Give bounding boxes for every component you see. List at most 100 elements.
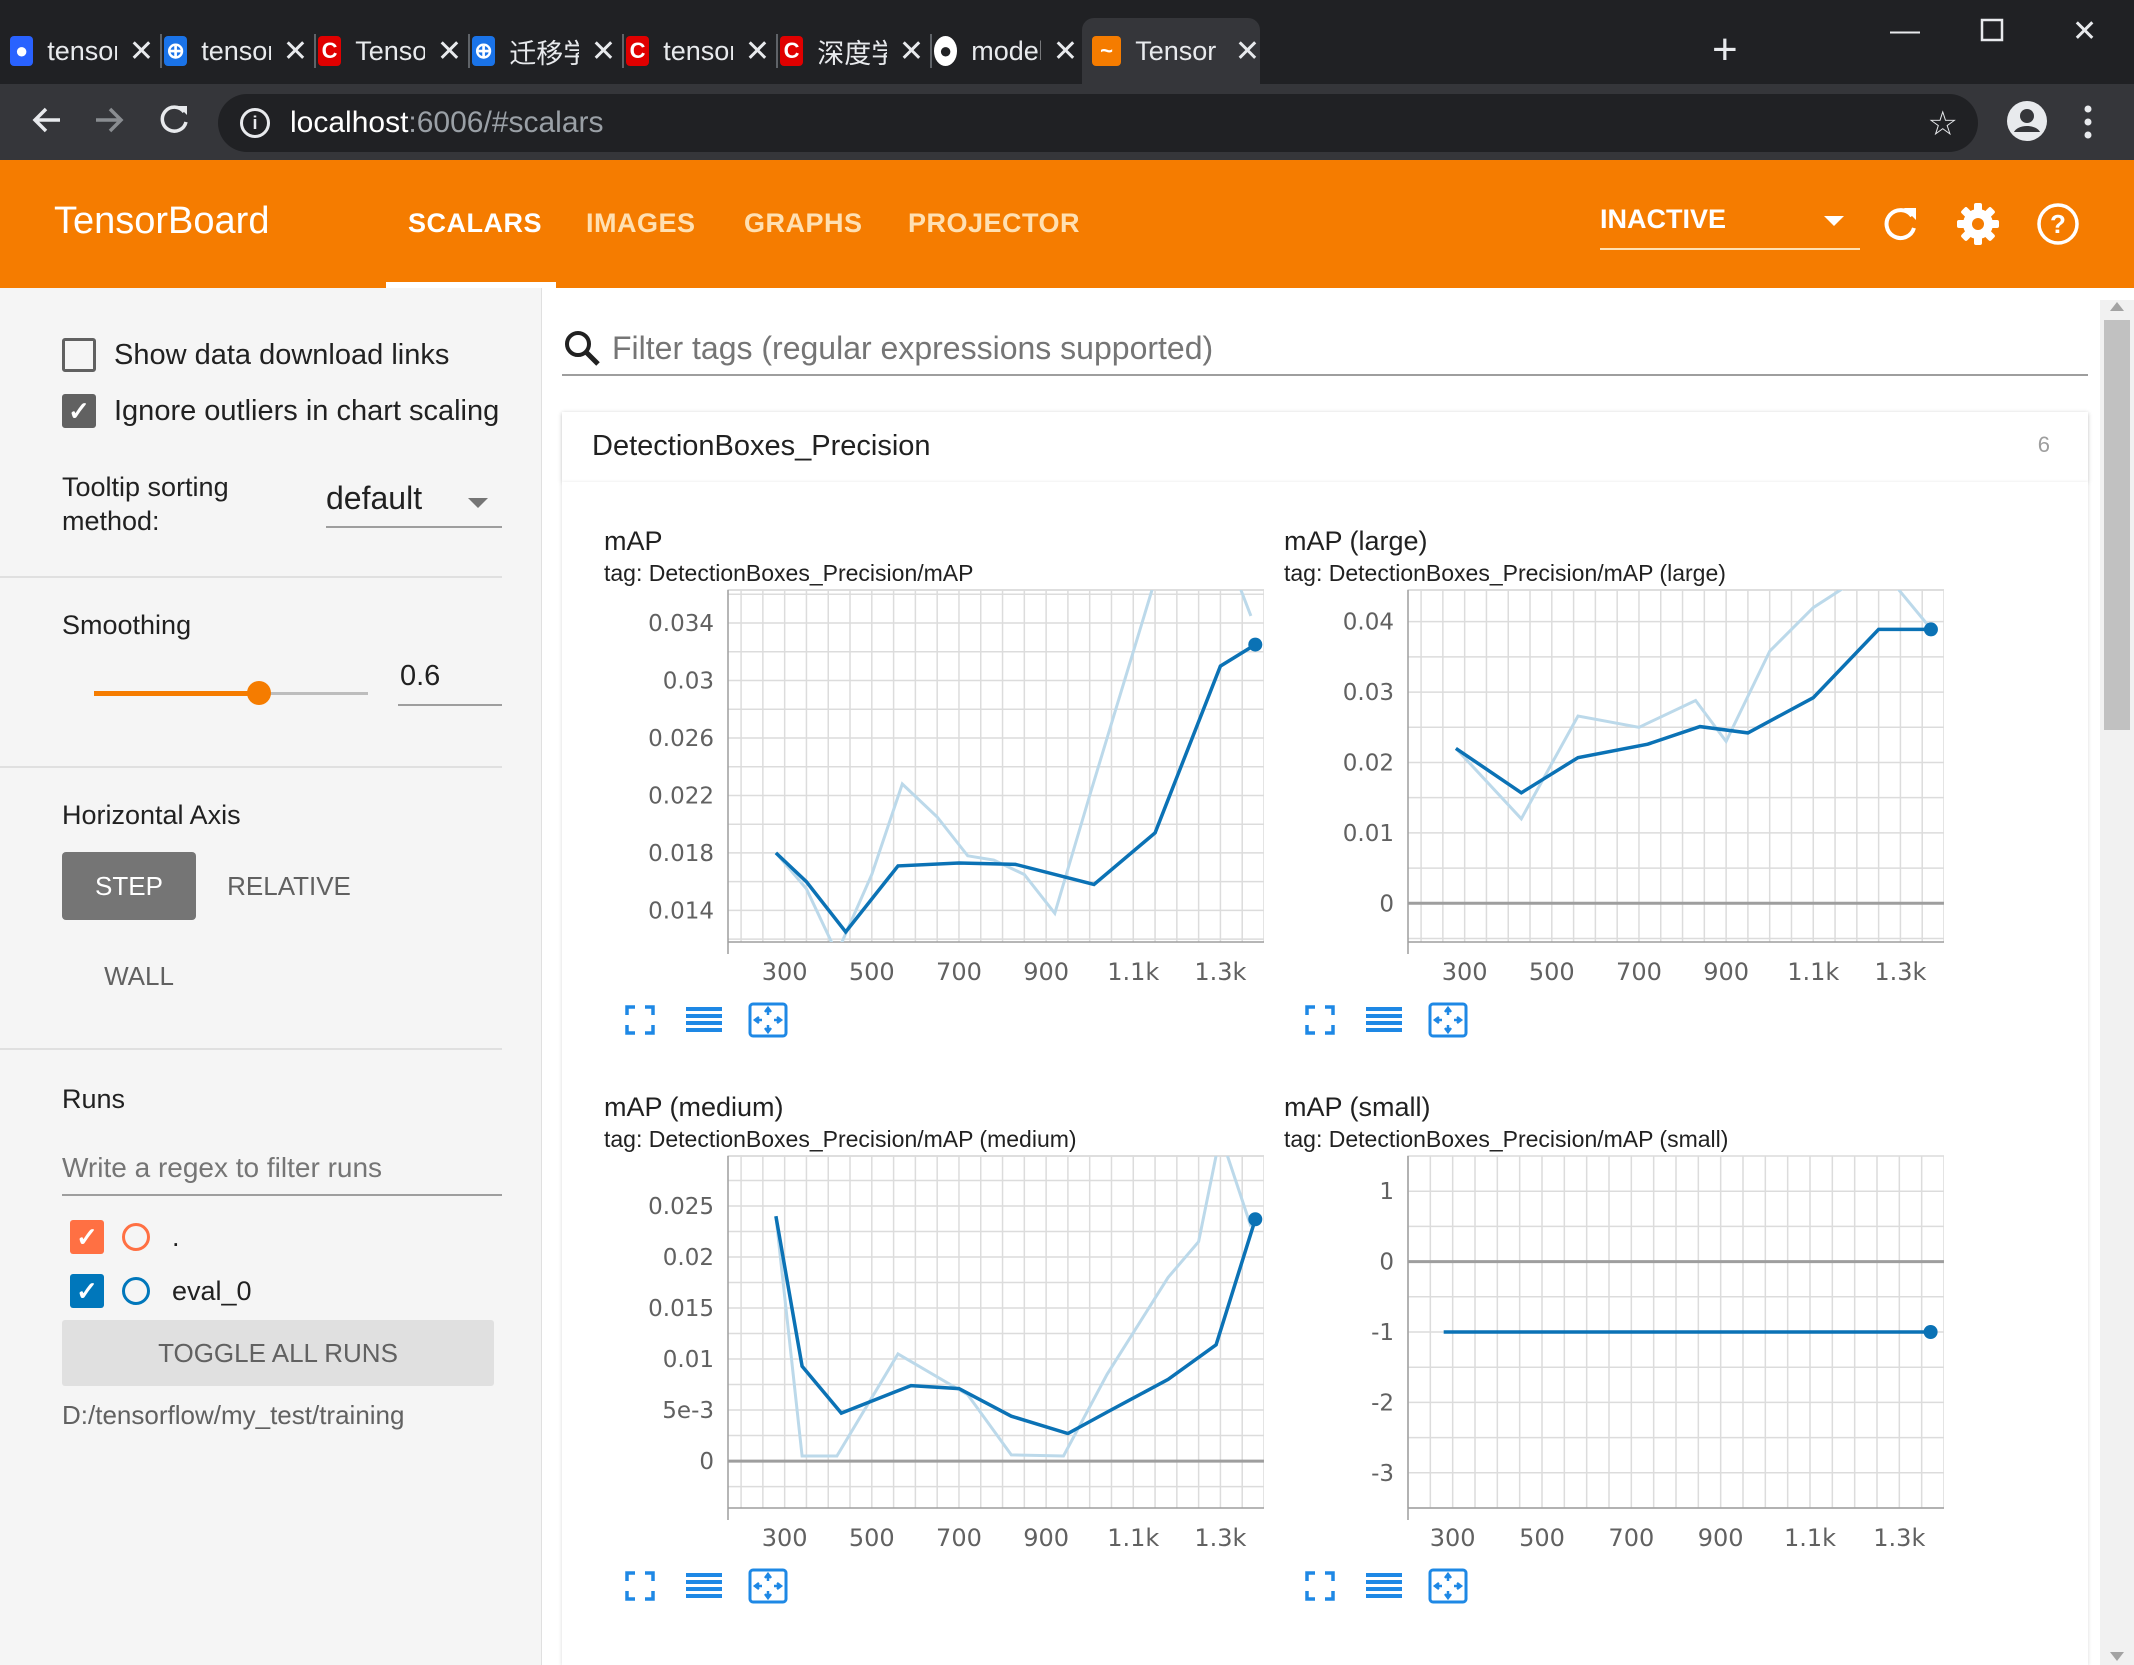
- browser-tab[interactable]: Ctensorf ✕: [616, 18, 778, 84]
- x-tick-label: 700: [936, 1524, 982, 1552]
- minimize-icon[interactable]: —: [1890, 14, 1920, 48]
- browser-tab[interactable]: ● models ✕: [924, 18, 1086, 84]
- fullscreen-icon[interactable]: [616, 996, 664, 1044]
- browser-tab[interactable]: ⊕ tensorb ✕: [154, 18, 316, 84]
- address-bar[interactable]: i localhost:6006/#scalars ☆: [218, 94, 1978, 152]
- close-tab-icon[interactable]: ✕: [591, 34, 616, 69]
- close-tab-icon[interactable]: ✕: [899, 34, 924, 69]
- settings-gear-icon[interactable]: [1956, 202, 2000, 251]
- browser-tab[interactable]: ⊕ 迁移学习 ✕: [462, 18, 624, 84]
- forward-icon[interactable]: [92, 100, 126, 147]
- smoothing-slider-handle[interactable]: [247, 681, 271, 705]
- fit-domain-icon[interactable]: [744, 996, 792, 1044]
- tensorboard-icon: ~: [1092, 36, 1122, 66]
- inactive-plugins-dropdown[interactable]: INACTIVE: [1600, 204, 1860, 250]
- scroll-up-arrow-icon[interactable]: [2110, 302, 2124, 311]
- tag-filter-input[interactable]: Filter tags (regular expressions support…: [562, 322, 2088, 376]
- browser-tab-title: models: [971, 35, 1041, 66]
- close-tab-icon[interactable]: ✕: [745, 34, 770, 69]
- show-download-links-checkbox[interactable]: Show data download links: [62, 338, 449, 372]
- run-item[interactable]: ✓ eval_0: [70, 1274, 252, 1308]
- y-tick-label: 0.015: [648, 1296, 714, 1322]
- bookmark-star-icon[interactable]: ☆: [1928, 104, 1958, 144]
- x-tick-label: 1.1k: [1787, 958, 1839, 986]
- fullscreen-icon[interactable]: [1296, 1562, 1344, 1610]
- x-tick-label: 300: [762, 1524, 808, 1552]
- run-color-circle-icon[interactable]: [122, 1277, 150, 1305]
- tensorboard-brand[interactable]: TensorBoard: [54, 200, 269, 243]
- help-icon[interactable]: ?: [2036, 202, 2080, 251]
- chart-plot[interactable]: 300 500 700 900 1.1k 1.3k 1 0 -1 -2 -3: [1284, 1152, 1944, 1552]
- scrollbar-thumb[interactable]: [2104, 320, 2130, 730]
- tooltip-sorting-select[interactable]: default: [326, 480, 502, 528]
- runs-filter-input[interactable]: Write a regex to filter runs: [62, 1146, 502, 1196]
- close-tab-icon[interactable]: ✕: [1053, 34, 1078, 69]
- chart-plot[interactable]: 300 500 700 900 1.1k 1.3k 0.04 0.03 0.02 0.01 0: [1284, 586, 1944, 986]
- dropdown-arrow-icon: [468, 498, 488, 508]
- axis-wall-button[interactable]: WALL: [72, 942, 206, 1010]
- ignore-outliers-checkbox[interactable]: ✓ Ignore outliers in chart scaling: [62, 394, 502, 428]
- back-icon[interactable]: [30, 100, 64, 147]
- last-point-marker: [1923, 622, 1938, 637]
- tab-scalars[interactable]: SCALARS: [408, 208, 542, 239]
- y-tick-label: 0.018: [648, 841, 714, 867]
- toggle-log-scale-icon[interactable]: [1360, 996, 1408, 1044]
- smoothing-value-input[interactable]: 0.6: [398, 660, 502, 706]
- run-checkbox-checked-icon[interactable]: ✓: [70, 1274, 104, 1308]
- toggle-all-runs-button[interactable]: TOGGLE ALL RUNS: [62, 1320, 494, 1386]
- toggle-log-scale-icon[interactable]: [1360, 1562, 1408, 1610]
- reload-data-icon[interactable]: [1880, 202, 1920, 251]
- svg-text:?: ?: [2050, 209, 2066, 239]
- scroll-down-arrow-icon[interactable]: [2110, 1652, 2124, 1661]
- close-tab-icon[interactable]: ✕: [437, 34, 462, 69]
- chart-toolbar: [1296, 1562, 1488, 1610]
- csdn-icon: C: [780, 36, 804, 66]
- tab-images[interactable]: IMAGES: [586, 208, 696, 239]
- profile-avatar-icon[interactable]: [2004, 98, 2050, 149]
- axis-step-button[interactable]: STEP: [62, 852, 196, 920]
- close-tab-icon[interactable]: ✕: [1235, 34, 1260, 69]
- y-tick-label: 1: [1379, 1179, 1394, 1205]
- run-item[interactable]: ✓ .: [70, 1220, 180, 1254]
- scalar-card: mAP tag: DetectionBoxes_Precision/mAP 30…: [604, 526, 1284, 1086]
- site-info-icon[interactable]: i: [240, 108, 270, 138]
- browser-tab[interactable]: ● tensorb ✕: [0, 18, 162, 84]
- axis-relative-button[interactable]: RELATIVE: [214, 852, 364, 920]
- run-name: .: [172, 1221, 180, 1252]
- run-color-circle-icon[interactable]: [122, 1223, 150, 1251]
- last-point-marker: [1248, 637, 1263, 652]
- reload-icon[interactable]: [156, 100, 192, 147]
- fit-domain-icon[interactable]: [1424, 1562, 1472, 1610]
- tab-graphs[interactable]: GRAPHS: [744, 208, 863, 239]
- toggle-log-scale-icon[interactable]: [680, 996, 728, 1044]
- category-header[interactable]: DetectionBoxes_Precision 6: [562, 412, 2088, 482]
- close-window-icon[interactable]: ✕: [2072, 14, 2097, 49]
- y-tick-label: 0.025: [648, 1194, 714, 1220]
- browser-tab[interactable]: C 深度学习 ✕: [770, 18, 932, 84]
- page-scrollbar[interactable]: [2100, 300, 2134, 1665]
- x-tick-label: 1.3k: [1874, 958, 1926, 986]
- divider: [0, 576, 502, 578]
- browser-tab[interactable]: ~ Tensor ✕: [1082, 18, 1260, 84]
- browser-tab[interactable]: C Tensor ✕: [308, 18, 470, 84]
- divider: [0, 1048, 502, 1050]
- fullscreen-icon[interactable]: [616, 1562, 664, 1610]
- tooltip-sorting-value: default: [326, 480, 423, 516]
- toggle-log-scale-icon[interactable]: [680, 1562, 728, 1610]
- tab-projector[interactable]: PROJECTOR: [908, 208, 1080, 239]
- chart-plot[interactable]: 300 500 700 900 1.1k 1.3k 0.034 0.03 0.026 0.022 0…: [604, 586, 1264, 986]
- close-tab-icon[interactable]: ✕: [129, 34, 154, 69]
- fullscreen-icon[interactable]: [1296, 996, 1344, 1044]
- browser-menu-icon[interactable]: [2080, 102, 2096, 147]
- fit-domain-icon[interactable]: [744, 1562, 792, 1610]
- search-icon: [565, 331, 600, 366]
- close-tab-icon[interactable]: ✕: [283, 34, 308, 69]
- chart-tag: tag: DetectionBoxes_Precision/mAP (large…: [1284, 560, 1726, 586]
- new-tab-button[interactable]: +: [1712, 28, 1738, 72]
- maximize-icon[interactable]: [1980, 16, 2004, 50]
- checkmark-icon[interactable]: ✓: [62, 394, 96, 428]
- chart-plot[interactable]: 300 500 700 900 1.1k 1.3k 0.025 0.02 0.015 0.01 5e…: [604, 1152, 1264, 1552]
- checkbox-unchecked-icon[interactable]: [62, 338, 96, 372]
- run-checkbox-checked-icon[interactable]: ✓: [70, 1220, 104, 1254]
- fit-domain-icon[interactable]: [1424, 996, 1472, 1044]
